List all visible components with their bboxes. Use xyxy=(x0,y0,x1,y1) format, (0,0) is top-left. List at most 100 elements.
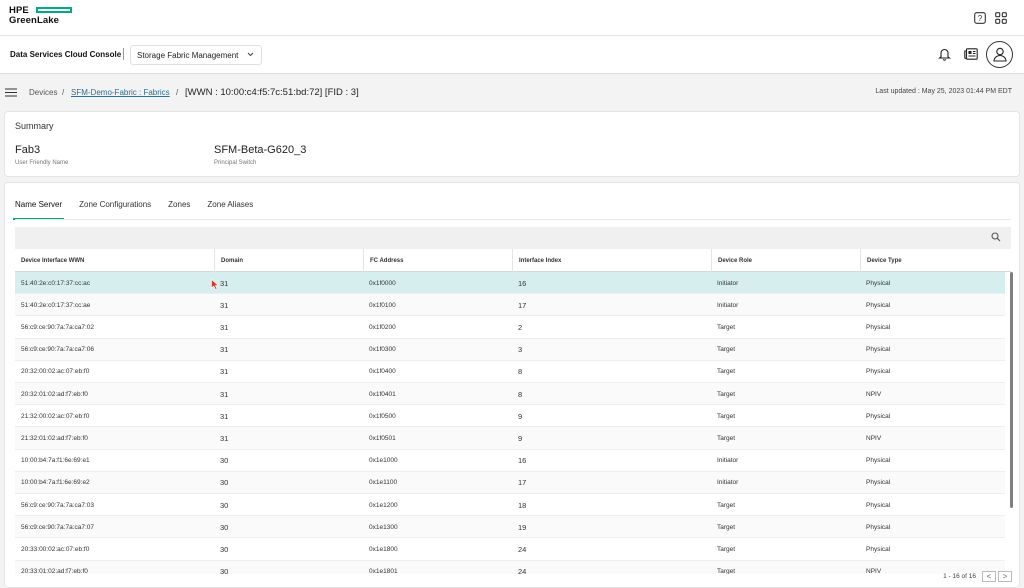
cell-device-role: Initiator xyxy=(717,479,739,487)
cell-device-type: Physical xyxy=(866,523,891,531)
pagination-summary: 1 - 16 of 16 xyxy=(943,573,976,580)
cell-device-role: Target xyxy=(717,568,736,574)
cell-interface-index: 17 xyxy=(518,478,527,488)
table-row[interactable]: 20:32:01:02:ad:f7:eb:f0 31 0x1f0401 8 Target… xyxy=(15,383,1005,406)
cell-device-type: Physical xyxy=(866,301,891,309)
service-selector-value: Storage Fabric Management xyxy=(137,50,239,60)
cell-fc-address: 0x1f0300 xyxy=(369,346,396,354)
cell-device-type: NPIV xyxy=(866,390,882,398)
user-friendly-name-label: User Friendly Name xyxy=(15,160,69,166)
table-header: Device Interface WWN Domain FC Address I… xyxy=(15,249,1011,272)
cell-fc-address: 0x1e1100 xyxy=(369,479,398,487)
cell-device-type: Physical xyxy=(866,545,891,553)
previous-page-button[interactable]: < xyxy=(982,571,996,582)
cell-fc-address: 0x1f0000 xyxy=(369,279,396,287)
cell-domain: 30 xyxy=(220,478,229,488)
breadcrumb-devices[interactable]: Devices xyxy=(29,88,57,97)
name-server-card: Name Server Zone Configurations Zones Zo… xyxy=(4,182,1020,588)
table-row[interactable]: 56:c9:ce:90:7a:7a:ca7:07 30 0x1e1300 19 Targ… xyxy=(15,516,1005,539)
cell-domain: 31 xyxy=(220,411,229,421)
table-row[interactable]: 10:00:b4:7a:f1:6e:69:e1 30 0x1e1000 16 Initi… xyxy=(15,450,1005,472)
cell-interface-index: 3 xyxy=(518,345,523,355)
column-header-wwn[interactable]: Device Interface WWN xyxy=(15,249,214,272)
last-updated-text: Last updated : May 25, 2023 01:44 PM EDT xyxy=(875,88,1012,95)
cell-device-role: Target xyxy=(717,412,736,420)
tab-bar: Name Server Zone Configurations Zones Zo… xyxy=(12,200,270,220)
search-icon[interactable] xyxy=(991,232,1001,244)
cell-domain: 31 xyxy=(220,345,229,355)
cell-fc-address: 0x1e1801 xyxy=(369,568,398,574)
table-row[interactable]: 51:40:2e:c0:17:37:cc:ae 31 0x1f0100 17 Initi… xyxy=(15,294,1005,317)
tab-zones[interactable]: Zones xyxy=(168,200,190,220)
cell-domain: 30 xyxy=(220,456,229,466)
tab-divider xyxy=(15,219,1011,220)
cell-interface-index: 24 xyxy=(518,567,527,574)
column-header-device-role[interactable]: Device Role xyxy=(711,249,860,272)
table-row[interactable]: 20:32:00:02:ac:07:eb:f0 31 0x1f0400 8 Target… xyxy=(15,361,1005,383)
help-icon[interactable]: ? xyxy=(973,11,987,25)
chevron-down-icon xyxy=(247,51,254,60)
column-header-domain[interactable]: Domain xyxy=(214,249,363,272)
cell-device-role: Target xyxy=(717,323,736,331)
cell-fc-address: 0x1e1000 xyxy=(369,457,398,465)
table-row[interactable]: 20:33:01:02:ad:f7:eb:f0 30 0x1e1801 24 Targe… xyxy=(15,560,1005,574)
hpe-greenlake-logo[interactable]: HPE GreenLake xyxy=(9,6,72,25)
title-divider xyxy=(123,48,124,60)
cell-wwn: 51:40:2e:c0:17:37:cc:ae xyxy=(21,301,91,309)
cell-fc-address: 0x1f0200 xyxy=(369,323,396,331)
cell-device-role: Initiator xyxy=(717,301,739,309)
breadcrumb-separator: / xyxy=(176,88,179,97)
table-row[interactable]: 21:32:00:02:ac:07:eb:f0 31 0x1f0500 9 Target… xyxy=(15,405,1005,428)
cell-device-role: Target xyxy=(717,368,736,376)
cell-device-role: Target xyxy=(717,523,736,531)
service-selector[interactable]: Storage Fabric Management xyxy=(130,45,262,65)
hamburger-menu-icon[interactable] xyxy=(5,88,17,99)
table-row[interactable]: 56:c9:ce:90:7a:7a:ca7:06 31 0x1f0300 3 Targe… xyxy=(15,338,1005,361)
table-row[interactable]: 56:c9:ce:90:7a:7a:ca7:03 30 0x1e1200 18 Targ… xyxy=(15,494,1005,517)
tab-name-server[interactable]: Name Server xyxy=(12,200,65,220)
cell-interface-index: 9 xyxy=(518,411,523,421)
cell-fc-address: 0x1f0400 xyxy=(369,368,396,376)
table-row[interactable]: 21:32:01:02:ad:f7:eb:f0 31 0x1f0501 9 Target… xyxy=(15,427,1005,450)
cell-domain: 31 xyxy=(220,300,229,310)
breadcrumb-fabric-link[interactable]: SFM-Demo-Fabric : Fabrics xyxy=(71,88,170,97)
svg-text:?: ? xyxy=(978,14,983,23)
cell-device-role: Target xyxy=(717,501,736,509)
cell-interface-index: 2 xyxy=(518,322,523,332)
breadcrumb-current: [WWN : 10:00:c4:f5:7c:51:bd:72] [FID : 3… xyxy=(185,87,359,98)
tab-zone-configurations[interactable]: Zone Configurations xyxy=(79,200,151,220)
news-icon[interactable] xyxy=(963,46,979,62)
table-toolbar xyxy=(15,227,1011,249)
cell-wwn: 20:32:01:02:ad:f7:eb:f0 xyxy=(21,390,88,398)
cell-wwn: 51:40:2e:c0:17:37:cc:ac xyxy=(21,279,91,287)
cell-wwn: 10:00:b4:7a:f1:6e:69:e2 xyxy=(21,479,90,487)
next-page-button[interactable]: > xyxy=(998,571,1012,582)
column-header-fc-address[interactable]: FC Address xyxy=(363,249,512,272)
cell-domain: 30 xyxy=(220,522,229,532)
cell-fc-address: 0x1e1300 xyxy=(369,523,398,531)
table-scrollbar[interactable] xyxy=(1010,272,1013,508)
cell-interface-index: 16 xyxy=(518,456,527,466)
column-header-device-type[interactable]: Device Type xyxy=(860,249,1011,272)
cell-fc-address: 0x1f0100 xyxy=(369,301,396,309)
cell-device-role: Initiator xyxy=(717,279,739,287)
cell-interface-index: 8 xyxy=(518,389,523,399)
hpe-logo-bar xyxy=(36,7,72,13)
global-header: HPE GreenLake ? xyxy=(0,0,1024,36)
bell-icon[interactable] xyxy=(936,46,952,62)
table-row[interactable]: 51:40:2e:c0:17:37:cc:ac 31 0x1f0000 16 Initi… xyxy=(15,272,1005,295)
user-avatar[interactable] xyxy=(986,41,1013,68)
cell-fc-address: 0x1f0500 xyxy=(369,412,396,420)
table-row[interactable]: 56:c9:ce:90:7a:7a:ca7:02 31 0x1f0200 2 Targe… xyxy=(15,316,1005,339)
cell-domain: 31 xyxy=(220,322,229,332)
console-title[interactable]: Data Services Cloud Console xyxy=(10,50,121,59)
cell-device-role: Target xyxy=(717,545,736,553)
table-row[interactable]: 10:00:b4:7a:f1:6e:69:e2 30 0x1e1100 17 Initi… xyxy=(15,471,1005,494)
cell-interface-index: 17 xyxy=(518,300,527,310)
table-row[interactable]: 20:33:00:02:ac:07:eb:f0 30 0x1e1800 24 Targe… xyxy=(15,538,1005,561)
tab-zone-aliases[interactable]: Zone Aliases xyxy=(207,200,253,220)
apps-grid-icon[interactable] xyxy=(994,11,1008,25)
column-header-interface-index[interactable]: Interface Index xyxy=(512,249,711,272)
cell-interface-index: 9 xyxy=(518,433,523,443)
cell-wwn: 56:c9:ce:90:7a:7a:ca7:02 xyxy=(21,323,95,331)
